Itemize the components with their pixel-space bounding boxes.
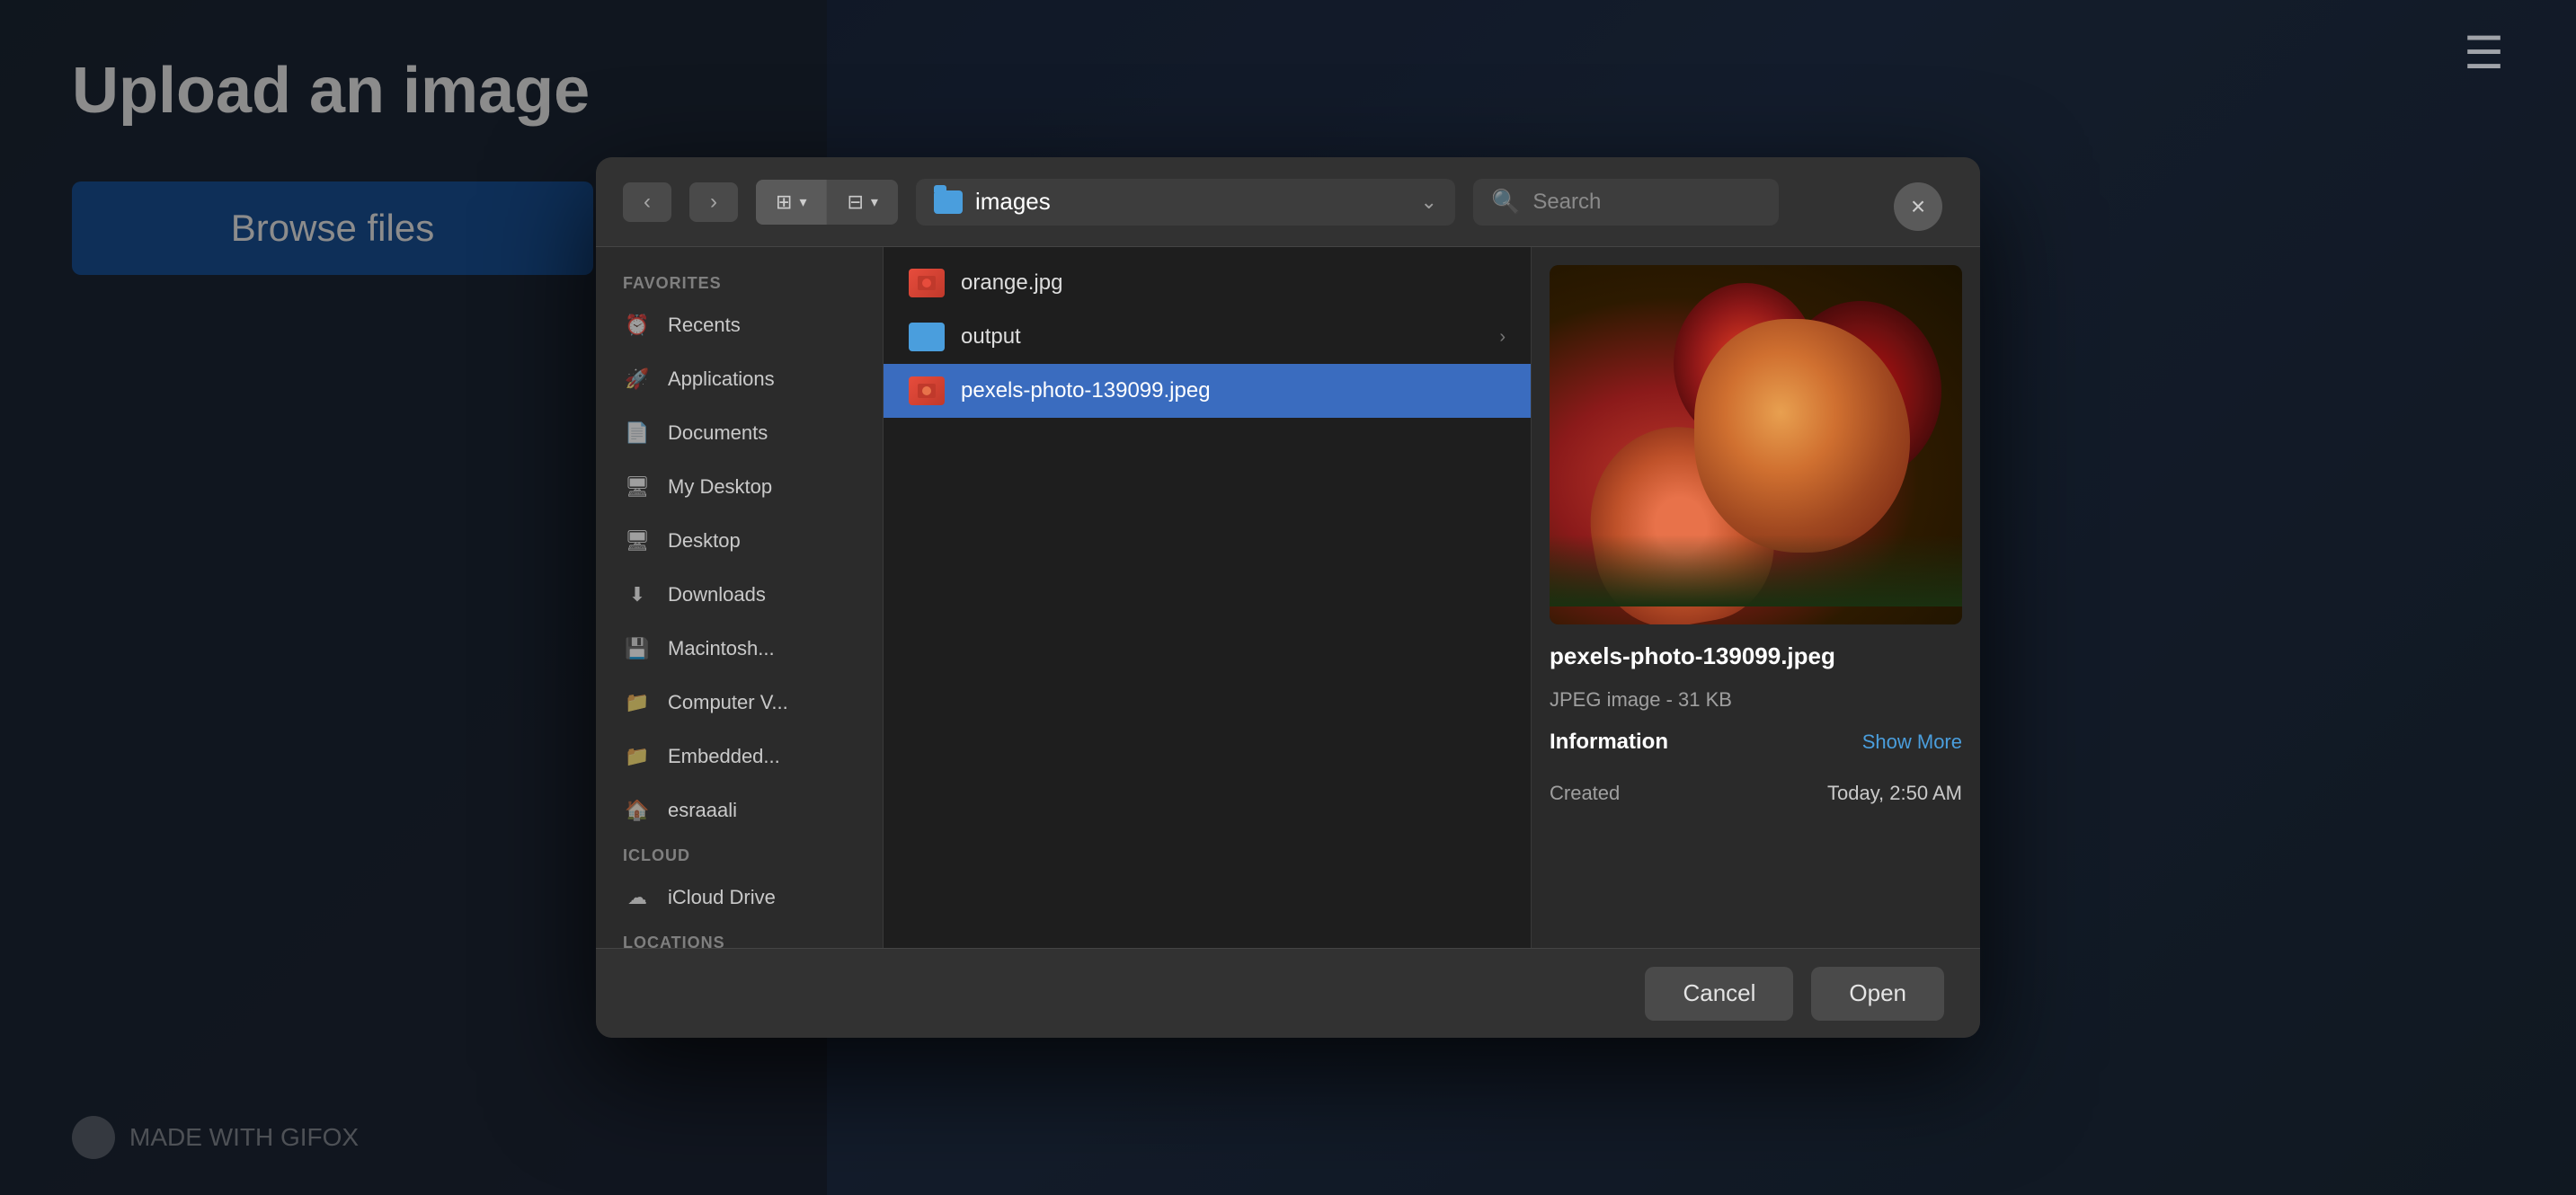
file-item-output[interactable]: output › [884,310,1531,364]
file-name-orange: orange.jpg [961,270,1506,296]
dialog-footer: Cancel Open [596,948,1980,1038]
dialog-overlay: × ‹ › ⊞ ▾ ⊟ ▾ images [0,0,2576,1195]
recents-icon: ⏰ [623,311,652,340]
rose-leaves [1550,535,1962,606]
open-button[interactable]: Open [1811,967,1944,1021]
forward-arrow-icon: › [710,190,717,215]
column-view-icon: ⊞ [776,190,792,214]
esraaali-icon: 🏠 [623,796,652,825]
file-item-pexels[interactable]: pexels-photo-139099.jpeg [884,364,1531,418]
file-arrow-output: › [1499,327,1506,348]
desktop-icon: 🖥 [623,527,652,555]
applications-icon: 🚀 [623,365,652,394]
preview-created-label: Created [1550,782,1620,805]
sidebar-label-applications: Applications [668,367,775,391]
search-input[interactable]: Search [1532,190,1601,215]
view-toggle: ⊞ ▾ ⊟ ▾ [756,180,898,225]
search-icon: 🔍 [1491,188,1520,216]
sidebar-item-computerv[interactable]: 📁 Computer V... [596,676,883,730]
sidebar-label-computerv: Computer V... [668,691,788,714]
preview-filename: pexels-photo-139099.jpeg [1550,642,1962,670]
sidebar-item-desktop[interactable]: 🖥 Desktop [596,514,883,568]
preview-info-header: Information Show More [1550,730,1962,755]
dialog-toolbar: ‹ › ⊞ ▾ ⊟ ▾ images ⌄ 🔍 [596,157,1980,247]
mydesktop-icon: 🖥 [623,473,652,501]
rose-background [1550,265,1962,624]
sidebar-item-embedded[interactable]: 📁 Embedded... [596,730,883,783]
preview-created-value: Today, 2:50 AM [1827,782,1962,805]
grid-view-button[interactable]: ⊟ ▾ [827,180,897,225]
sidebar-section-favorites: Favorites [596,265,883,298]
file-picker-dialog: × ‹ › ⊞ ▾ ⊟ ▾ images [596,157,1980,1038]
sidebar-item-recents[interactable]: ⏰ Recents [596,298,883,352]
file-thumb-orange [909,269,945,297]
sidebar-label-recents: Recents [668,314,741,337]
search-bar[interactable]: 🔍 Search [1473,179,1779,226]
column-view-chevron: ▾ [799,193,806,211]
preview-roses [1550,265,1962,624]
file-name-pexels: pexels-photo-139099.jpeg [961,378,1506,403]
sidebar-label-documents: Documents [668,421,768,445]
folder-icon [934,190,963,214]
file-name-output: output [961,324,1483,350]
sidebar-label-esraaali: esraaali [668,799,737,822]
dialog-body: Favorites ⏰ Recents 🚀 Applications 📄 Doc… [596,247,1980,948]
computerv-icon: 📁 [623,688,652,717]
sidebar: Favorites ⏰ Recents 🚀 Applications 📄 Doc… [596,247,884,948]
icloud-icon: ☁ [623,883,652,912]
preview-info-label: Information [1550,730,1668,755]
preview-panel: pexels-photo-139099.jpeg JPEG image - 31… [1531,247,1980,948]
sidebar-section-icloud: iCloud [596,837,883,871]
file-item-orange[interactable]: orange.jpg [884,256,1531,310]
forward-button[interactable]: › [689,182,738,222]
sidebar-item-icloud-drive[interactable]: ☁ iCloud Drive [596,871,883,925]
sidebar-label-macintosh: Macintosh... [668,637,775,660]
path-label: images [975,188,1408,216]
path-chevron-icon: ⌄ [1421,190,1437,214]
file-thumb-pexels [909,376,945,405]
sidebar-label-embedded: Embedded... [668,745,780,768]
file-thumb-output [909,323,945,351]
show-more-link[interactable]: Show More [1862,730,1962,754]
downloads-icon: ⬇ [623,580,652,609]
sidebar-item-macintosh[interactable]: 💾 Macintosh... [596,622,883,676]
sidebar-label-downloads: Downloads [668,583,766,606]
sidebar-item-downloads[interactable]: ⬇ Downloads [596,568,883,622]
path-bar[interactable]: images ⌄ [916,179,1455,226]
back-arrow-icon: ‹ [644,190,651,215]
sidebar-label-desktop: Desktop [668,529,741,553]
close-button[interactable]: × [1894,182,1942,231]
sidebar-label-mydesktop: My Desktop [668,475,772,499]
preview-image-container [1550,265,1962,624]
sidebar-item-applications[interactable]: 🚀 Applications [596,352,883,406]
sidebar-item-documents[interactable]: 📄 Documents [596,406,883,460]
preview-created-row: Created Today, 2:50 AM [1550,782,1962,805]
file-list: orange.jpg output › [884,247,1531,948]
grid-view-chevron: ▾ [871,193,878,211]
grid-view-icon: ⊟ [847,190,863,214]
sidebar-item-mydesktop[interactable]: 🖥 My Desktop [596,460,883,514]
macintosh-icon: 💾 [623,634,652,663]
back-button[interactable]: ‹ [623,182,671,222]
embedded-icon: 📁 [623,742,652,771]
cancel-button[interactable]: Cancel [1645,967,1793,1021]
sidebar-label-icloud-drive: iCloud Drive [668,886,776,909]
preview-meta: JPEG image - 31 KB [1550,688,1962,712]
documents-icon: 📄 [623,419,652,447]
sidebar-section-locations: Locations [596,925,883,948]
column-view-button[interactable]: ⊞ ▾ [756,180,827,225]
sidebar-item-esraaali[interactable]: 🏠 esraaali [596,783,883,837]
